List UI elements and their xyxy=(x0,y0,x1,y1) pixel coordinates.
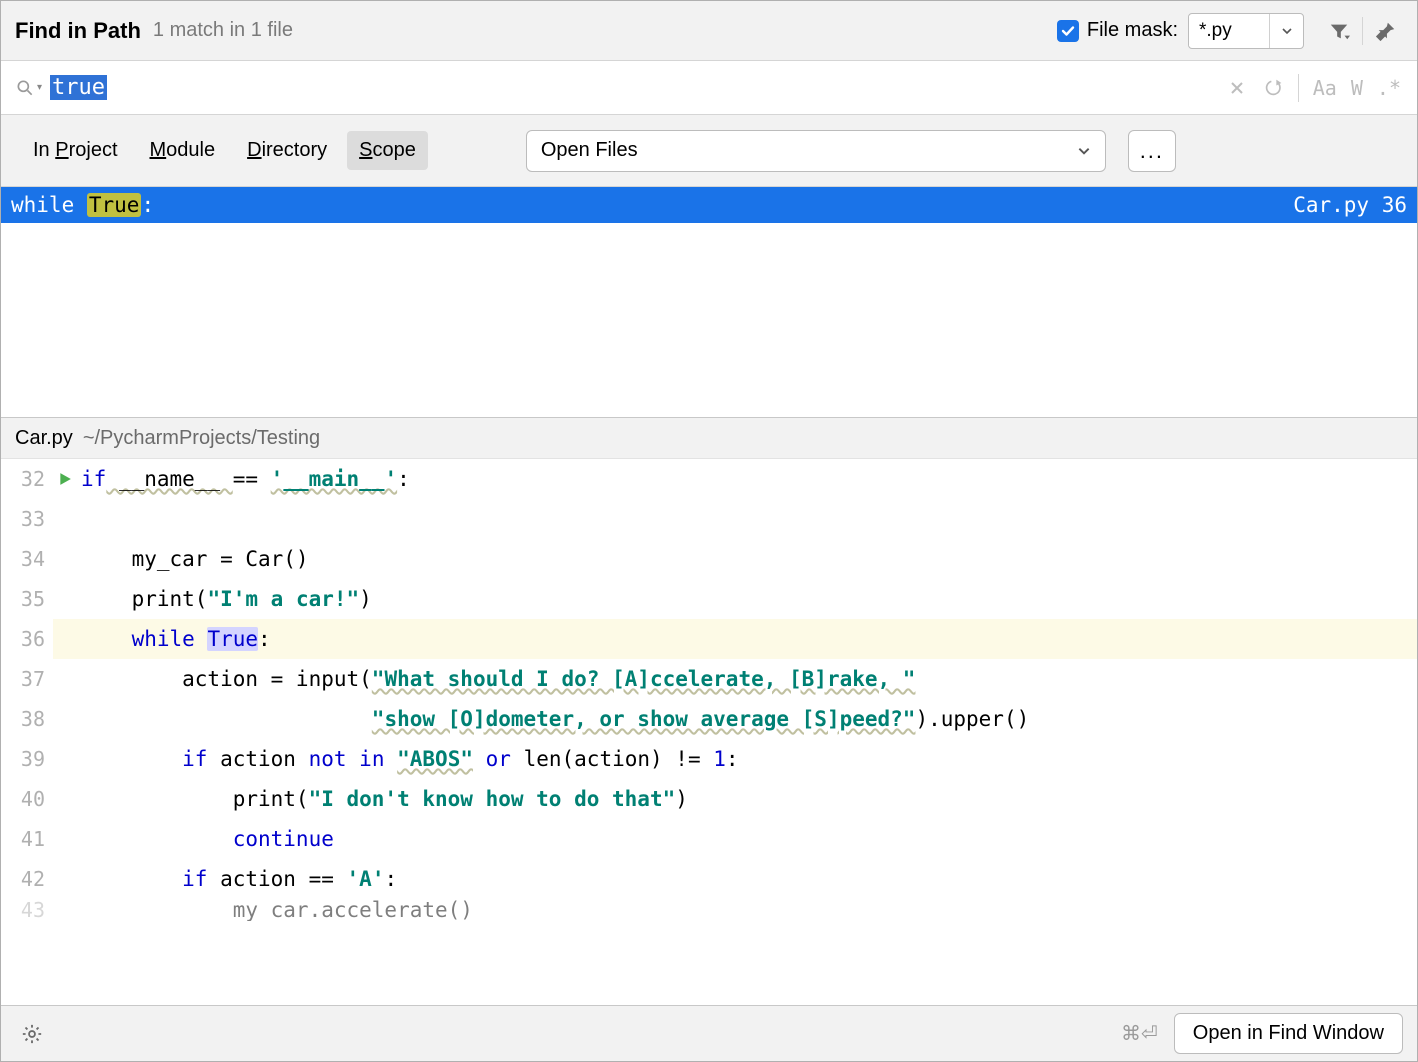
footer: ⌘⏎ Open in Find Window xyxy=(1,1005,1417,1061)
code-line: if action == 'A': xyxy=(77,859,397,899)
filemask-checkbox[interactable] xyxy=(1057,20,1079,42)
search-input[interactable]: true xyxy=(50,75,1220,100)
words-toggle[interactable]: W xyxy=(1345,76,1369,100)
code-line: print("I don't know how to do that") xyxy=(77,779,688,819)
line-number: 39 xyxy=(1,739,53,779)
scope-select-value: Open Files xyxy=(541,139,638,162)
scope-select[interactable]: Open Files xyxy=(526,130,1106,172)
code-line: print("I'm a car!") xyxy=(77,579,372,619)
result-location: Car.py 36 xyxy=(1293,193,1407,217)
line-number: 36 xyxy=(1,619,53,659)
divider xyxy=(1362,17,1363,45)
case-sensitive-toggle[interactable]: Aa xyxy=(1307,76,1343,100)
scope-tab-module[interactable]: Module xyxy=(138,131,228,170)
code-line: "show [O]dometer, or show average [S]pee… xyxy=(77,699,1029,739)
line-number: 40 xyxy=(1,779,53,819)
pin-icon[interactable] xyxy=(1369,14,1403,48)
filemask-label: File mask: xyxy=(1087,19,1178,42)
search-text-selected: true xyxy=(50,75,107,100)
search-bar: ▾ true Aa W .* xyxy=(1,61,1417,115)
scope-tab-scope[interactable]: Scope xyxy=(347,131,428,170)
dialog-title: Find in Path xyxy=(15,18,141,44)
code-line: action = input("What should I do? [A]cce… xyxy=(77,659,915,699)
divider xyxy=(1298,74,1299,102)
scope-tab-project[interactable]: In Project xyxy=(21,131,130,170)
line-number: 33 xyxy=(1,499,53,539)
line-number: 34 xyxy=(1,539,53,579)
find-in-path-dialog: Find in Path 1 match in 1 file File mask… xyxy=(0,0,1418,1062)
line-number: 43 xyxy=(1,899,53,921)
line-number: 37 xyxy=(1,659,53,699)
search-history-dropdown[interactable]: ▾ xyxy=(37,82,42,93)
line-number: 32 xyxy=(1,459,53,499)
open-in-find-window-button[interactable]: Open in Find Window xyxy=(1174,1013,1403,1054)
line-number: 38 xyxy=(1,699,53,739)
code-preview[interactable]: 32 if __name__ == '__main__': 33 34 my_c… xyxy=(1,459,1417,1005)
results-list: while True: Car.py 36 xyxy=(1,187,1417,417)
search-icon xyxy=(11,78,39,98)
match-summary: 1 match in 1 file xyxy=(153,19,293,42)
filemask-input-group xyxy=(1188,13,1304,49)
scope-more-button[interactable]: ... xyxy=(1128,130,1176,172)
previous-search-icon[interactable] xyxy=(1256,71,1290,105)
line-number: 41 xyxy=(1,819,53,859)
titlebar: Find in Path 1 match in 1 file File mask… xyxy=(1,1,1417,61)
preview-header: Car.py ~/PycharmProjects/Testing xyxy=(1,417,1417,459)
clear-icon[interactable] xyxy=(1220,71,1254,105)
code-line: if action not in "ABOS" or len(action) !… xyxy=(77,739,739,779)
filemask-input[interactable] xyxy=(1189,16,1269,46)
run-gutter-icon[interactable] xyxy=(53,472,77,486)
code-line: while True: xyxy=(77,619,271,659)
preview-path: ~/PycharmProjects/Testing xyxy=(83,427,320,450)
code-line: if __name__ == '__main__': xyxy=(77,459,410,499)
filemask-dropdown-button[interactable] xyxy=(1269,14,1303,48)
regex-toggle[interactable]: .* xyxy=(1371,76,1407,100)
scope-tab-directory[interactable]: Directory xyxy=(235,131,339,170)
line-number: 35 xyxy=(1,579,53,619)
line-number: 42 xyxy=(1,859,53,899)
code-line: my_car = Car() xyxy=(77,539,309,579)
filter-icon[interactable] xyxy=(1322,14,1356,48)
shortcut-hint: ⌘⏎ xyxy=(1121,1021,1158,1046)
code-line: continue xyxy=(77,819,334,859)
result-text: while True: xyxy=(11,193,154,217)
result-row[interactable]: while True: Car.py 36 xyxy=(1,187,1417,223)
scope-bar: In Project Module Directory Scope Open F… xyxy=(1,115,1417,187)
preview-filename: Car.py xyxy=(15,427,73,450)
code-line: my_car.accelerate() xyxy=(77,899,473,921)
gear-icon[interactable] xyxy=(15,1017,49,1051)
